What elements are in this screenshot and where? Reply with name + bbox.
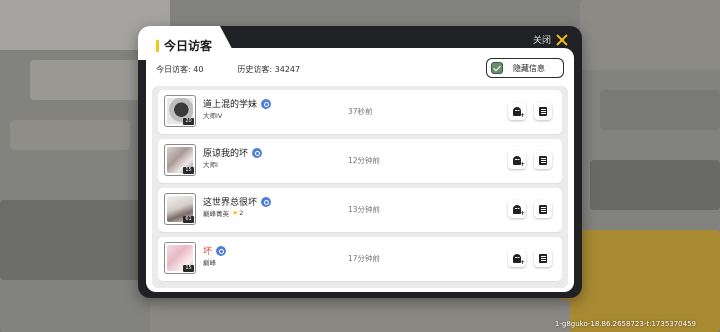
close-button[interactable]: 关闭 [533,33,568,46]
document-icon [539,106,547,116]
visitor-row[interactable]: 61 这世界总很坏 巅峰菁英 ★ 2 13分钟前 + [158,188,562,232]
dialog-title: 今日访客 [156,37,212,54]
document-icon [539,253,547,263]
level-badge: 61 [183,216,194,223]
add-friend-button[interactable]: + [508,249,526,267]
visitor-list: 20 道上混的学妹 大师IV 37秒前 + 15 原谅我的坏 大师I 12分钟前… [152,86,568,288]
visit-time: 13分钟前 [348,205,381,214]
visitor-row[interactable]: 20 道上混的学妹 大师IV 37秒前 + [158,90,562,134]
star-icon: ★ [232,209,239,217]
document-icon [539,204,547,214]
close-x-icon [556,34,568,46]
dialog-title-text: 今日访客 [164,39,213,53]
today-visits: 今日访客: 40 [156,65,204,74]
visitor-dialog: 今日访客: 40 历史访客: 34247 隐藏信息 20 道上混的学妹 大师IV… [138,26,582,298]
view-detail-button[interactable] [534,200,552,218]
visitor-rank: 巅峰菁英 [203,210,229,218]
level-badge: 15 [183,167,194,174]
avatar[interactable]: 15 [164,144,196,176]
visitor-rank: 巅峰 [203,259,216,267]
level-badge: 15 [183,265,194,272]
hide-info-label: 隐藏信息 [513,63,545,73]
avatar[interactable]: 15 [164,242,196,274]
document-icon [539,155,547,165]
history-visits: 历史访客: 34247 [237,65,301,74]
avatar[interactable]: 20 [164,95,196,127]
avatar[interactable]: 61 [164,193,196,225]
visitor-name: 道上混的学妹 [203,100,258,110]
add-friend-button[interactable]: + [508,200,526,218]
visitor-rank: 大师I [203,161,218,169]
visitor-name: 原谅我的坏 [203,149,249,159]
view-detail-button[interactable] [534,249,552,267]
visit-stats: 今日访客: 40 历史访客: 34247 [156,64,334,75]
build-id: 1-g8guko-18.86.2658723-t:1735370459 [554,320,696,328]
visit-time: 17分钟前 [348,254,381,263]
add-friend-button[interactable]: + [508,102,526,120]
male-icon [216,245,227,256]
level-badge: 20 [183,118,194,125]
male-icon [261,98,272,109]
visit-time: 12分钟前 [348,156,381,165]
visitor-name: 这世界总很坏 [203,198,258,208]
add-friend-button[interactable]: + [508,151,526,169]
view-detail-button[interactable] [534,151,552,169]
visitor-row[interactable]: 15 原谅我的坏 大师I 12分钟前 + [158,139,562,183]
visitor-row[interactable]: 15 坏 巅峰 17分钟前 + [158,237,562,281]
male-icon [252,147,263,158]
visit-time: 37秒前 [348,107,373,116]
star-count: 2 [239,209,244,217]
view-detail-button[interactable] [534,102,552,120]
checkmark-icon [491,62,503,74]
visitor-panel: 今日访客: 40 历史访客: 34247 隐藏信息 20 道上混的学妹 大师IV… [146,48,574,292]
visitor-rank: 大师IV [203,112,223,120]
visitor-name: 坏 [203,247,213,257]
hide-info-toggle[interactable]: 隐藏信息 [486,58,564,78]
male-icon [261,196,272,207]
close-label: 关闭 [532,36,551,46]
